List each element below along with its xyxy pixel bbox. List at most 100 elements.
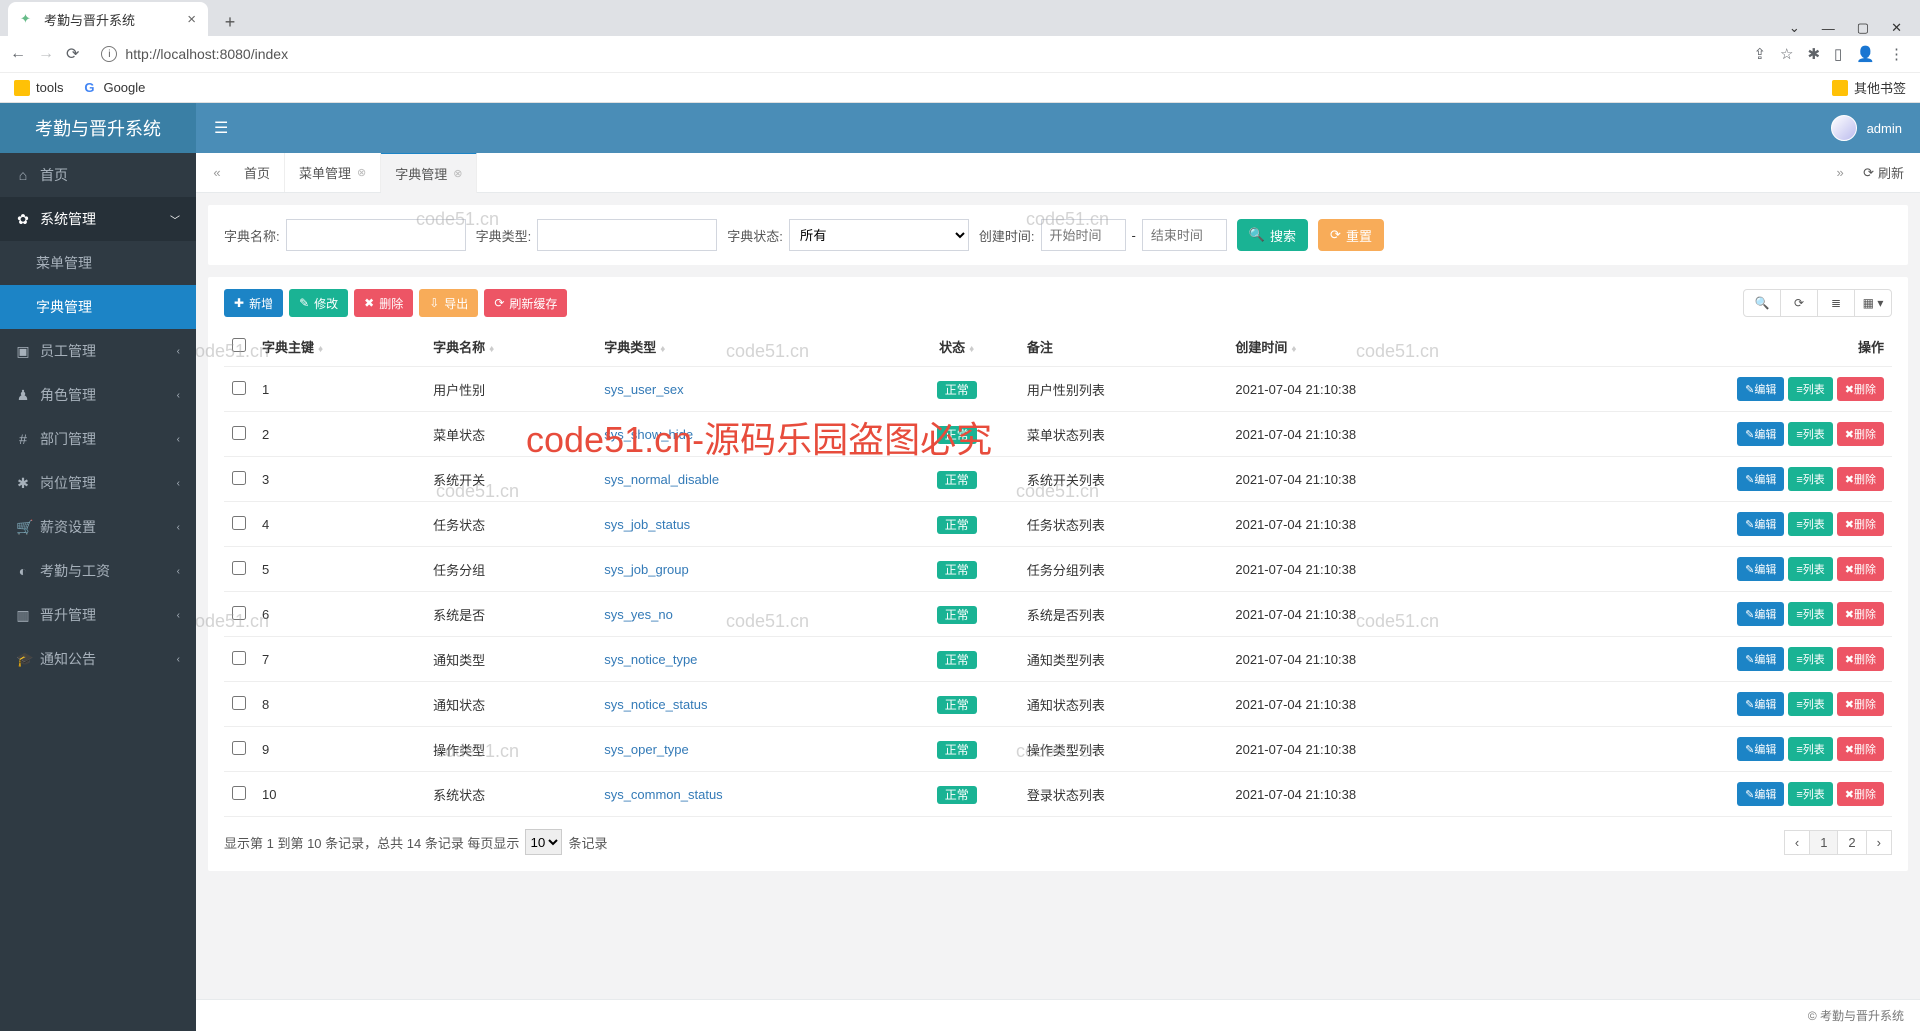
profile-icon[interactable]: 👤 — [1856, 45, 1875, 63]
edit-button[interactable]: ✎修改 — [289, 289, 348, 317]
search-button[interactable]: 🔍搜索 — [1237, 219, 1308, 251]
close-window-icon[interactable]: ✕ — [1891, 20, 1902, 36]
maximize-icon[interactable]: ▢ — [1857, 20, 1869, 36]
row-checkbox[interactable] — [232, 651, 246, 665]
page-size-select[interactable]: 10 — [525, 829, 562, 855]
sidebar-item-home[interactable]: ⌂首页 — [0, 153, 196, 197]
row-edit-button[interactable]: ✎编辑 — [1737, 647, 1784, 671]
dict-status-select[interactable]: 所有 — [789, 219, 969, 251]
puzzle-icon[interactable]: ✱ — [1807, 45, 1820, 63]
toolbar-search-icon[interactable]: 🔍 — [1743, 289, 1781, 317]
hamburger-icon[interactable]: ☰ — [196, 118, 246, 138]
new-tab-button[interactable]: + — [216, 8, 244, 36]
sidebar-item-salary[interactable]: 🛒薪资设置‹ — [0, 505, 196, 549]
share-icon[interactable]: ⇪ — [1753, 45, 1766, 63]
start-time-input[interactable] — [1041, 219, 1126, 251]
row-list-button[interactable]: ≡列表 — [1788, 647, 1832, 671]
sidebar-item-staff[interactable]: ▣员工管理‹ — [0, 329, 196, 373]
row-checkbox[interactable] — [232, 381, 246, 395]
row-checkbox[interactable] — [232, 561, 246, 575]
row-list-button[interactable]: ≡列表 — [1788, 557, 1832, 581]
select-all-checkbox[interactable] — [232, 338, 246, 352]
row-edit-button[interactable]: ✎编辑 — [1737, 422, 1784, 446]
toolbar-columns-icon[interactable]: ≣ — [1817, 289, 1855, 317]
sidebar-item-post[interactable]: ✱岗位管理‹ — [0, 461, 196, 505]
toolbar-refresh-icon[interactable]: ⟳ — [1780, 289, 1818, 317]
pager-page-1[interactable]: 1 — [1809, 830, 1838, 855]
reload-icon[interactable]: ⟳ — [66, 44, 79, 64]
dict-name-input[interactable] — [286, 219, 466, 251]
url-input[interactable]: i http://localhost:8080/index — [91, 40, 1741, 68]
row-list-button[interactable]: ≡列表 — [1788, 782, 1832, 806]
pager-next[interactable]: › — [1866, 830, 1892, 855]
row-delete-button[interactable]: ✖删除 — [1837, 737, 1884, 761]
info-icon[interactable]: i — [101, 46, 117, 62]
tabs-next-icon[interactable]: » — [1827, 165, 1853, 180]
pager-page-2[interactable]: 2 — [1837, 830, 1866, 855]
reset-button[interactable]: ⟳重置 — [1318, 219, 1384, 251]
row-checkbox[interactable] — [232, 741, 246, 755]
sidebar-item-dict-mgmt[interactable]: 字典管理 — [0, 285, 196, 329]
close-icon[interactable]: ⊗ — [453, 167, 462, 180]
sidebar-item-menu-mgmt[interactable]: 菜单管理 — [0, 241, 196, 285]
username[interactable]: admin — [1867, 121, 1902, 136]
browser-tab[interactable]: ✦ 考勤与晋升系统 × — [8, 2, 208, 36]
th-name[interactable]: 字典名称♦ — [425, 327, 596, 367]
row-checkbox[interactable] — [232, 426, 246, 440]
row-delete-button[interactable]: ✖删除 — [1837, 647, 1884, 671]
row-list-button[interactable]: ≡列表 — [1788, 692, 1832, 716]
cell-type-link[interactable]: sys_show_hide — [604, 427, 693, 442]
sidebar-item-role[interactable]: ♟角色管理‹ — [0, 373, 196, 417]
row-list-button[interactable]: ≡列表 — [1788, 422, 1832, 446]
row-checkbox[interactable] — [232, 516, 246, 530]
row-edit-button[interactable]: ✎编辑 — [1737, 737, 1784, 761]
cell-type-link[interactable]: sys_common_status — [604, 787, 723, 802]
back-icon[interactable]: ← — [10, 45, 26, 63]
row-edit-button[interactable]: ✎编辑 — [1737, 692, 1784, 716]
sidebar-item-dept[interactable]: #部门管理‹ — [0, 417, 196, 461]
row-edit-button[interactable]: ✎编辑 — [1737, 782, 1784, 806]
row-list-button[interactable]: ≡列表 — [1788, 467, 1832, 491]
minimize-icon[interactable]: — — [1822, 21, 1835, 36]
row-list-button[interactable]: ≡列表 — [1788, 377, 1832, 401]
row-delete-button[interactable]: ✖删除 — [1837, 512, 1884, 536]
sidebar-item-promotion[interactable]: ▥晋升管理‹ — [0, 593, 196, 637]
cell-type-link[interactable]: sys_user_sex — [604, 382, 683, 397]
cell-type-link[interactable]: sys_oper_type — [604, 742, 689, 757]
row-delete-button[interactable]: ✖删除 — [1837, 602, 1884, 626]
tab-dict-mgmt[interactable]: 字典管理⊗ — [381, 153, 477, 193]
cell-type-link[interactable]: sys_notice_status — [604, 697, 707, 712]
row-edit-button[interactable]: ✎编辑 — [1737, 467, 1784, 491]
row-checkbox[interactable] — [232, 606, 246, 620]
refresh-cache-button[interactable]: ⟳刷新缓存 — [484, 289, 567, 317]
row-delete-button[interactable]: ✖删除 — [1837, 557, 1884, 581]
tab-menu-mgmt[interactable]: 菜单管理⊗ — [285, 153, 381, 192]
th-status[interactable]: 状态♦ — [895, 327, 1019, 367]
close-icon[interactable]: ⊗ — [357, 166, 366, 179]
row-edit-button[interactable]: ✎编辑 — [1737, 557, 1784, 581]
bookmark-other[interactable]: 其他书签 — [1832, 78, 1906, 97]
cell-type-link[interactable]: sys_job_status — [604, 517, 690, 532]
row-delete-button[interactable]: ✖删除 — [1837, 422, 1884, 446]
end-time-input[interactable] — [1142, 219, 1227, 251]
export-button[interactable]: ⇩导出 — [419, 289, 478, 317]
tab-home[interactable]: 首页 — [230, 153, 285, 192]
tabs-prev-icon[interactable]: « — [204, 165, 230, 180]
cell-type-link[interactable]: sys_yes_no — [604, 607, 673, 622]
cell-type-link[interactable]: sys_job_group — [604, 562, 689, 577]
row-list-button[interactable]: ≡列表 — [1788, 512, 1832, 536]
cell-type-link[interactable]: sys_normal_disable — [604, 472, 719, 487]
star-icon[interactable]: ☆ — [1780, 45, 1793, 63]
row-delete-button[interactable]: ✖删除 — [1837, 692, 1884, 716]
th-id[interactable]: 字典主键♦ — [254, 327, 425, 367]
row-delete-button[interactable]: ✖删除 — [1837, 467, 1884, 491]
cell-type-link[interactable]: sys_notice_type — [604, 652, 697, 667]
close-icon[interactable]: × — [187, 11, 196, 28]
toolbar-grid-icon[interactable]: ▦ ▾ — [1854, 289, 1892, 317]
bookmark-google[interactable]: GGoogle — [81, 80, 145, 96]
th-type[interactable]: 字典类型♦ — [596, 327, 894, 367]
row-checkbox[interactable] — [232, 471, 246, 485]
delete-button[interactable]: ✖删除 — [354, 289, 413, 317]
row-checkbox[interactable] — [232, 786, 246, 800]
sidebar-item-system[interactable]: ✿系统管理﹀ — [0, 197, 196, 241]
